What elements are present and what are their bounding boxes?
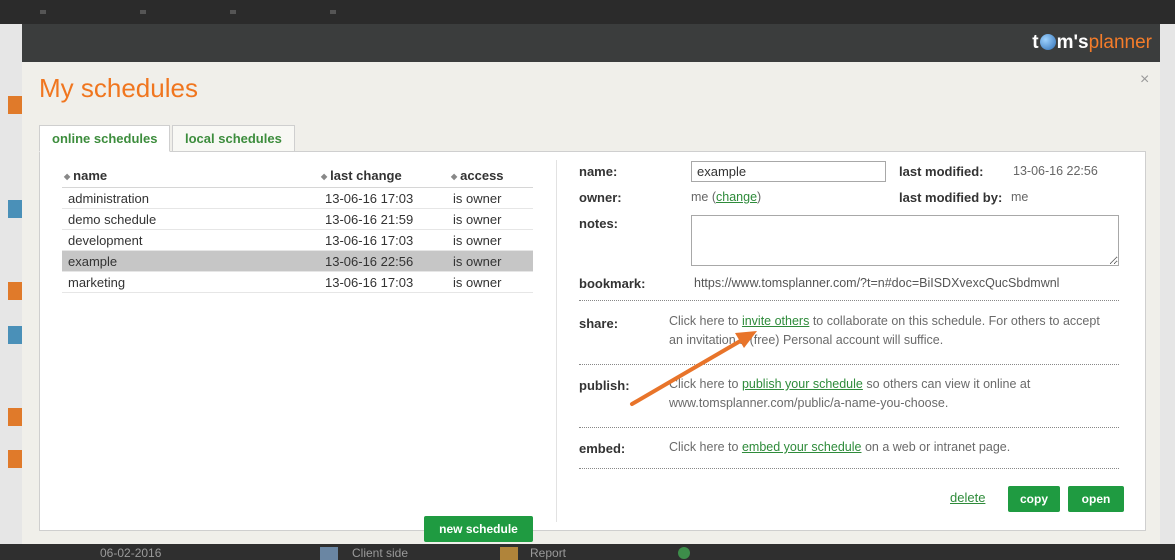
section-divider: [579, 468, 1119, 469]
logo-text-ms: m's: [1056, 32, 1089, 53]
schedule-access: is owner: [453, 191, 502, 206]
gutter-orange-mark: [8, 408, 22, 426]
publish-text-pre: Click here to: [669, 377, 742, 391]
logo-text-planner: planner: [1088, 32, 1152, 53]
embed-text-post: on a web or intranet page.: [861, 440, 1011, 454]
embed-label: embed:: [579, 441, 626, 456]
app-toolbar-background: [0, 0, 1175, 24]
schedule-access: is owner: [453, 275, 502, 290]
tab-online-schedules[interactable]: online schedules: [39, 125, 171, 152]
app-left-gutter: [0, 24, 22, 544]
column-header-name-label: name: [73, 168, 108, 183]
last-modified-label: last modified:: [899, 164, 984, 179]
schedule-last-change: 13-06-16 17:03: [325, 233, 414, 248]
schedule-last-change: 13-06-16 21:59: [325, 212, 414, 227]
owner-value: me (change): [691, 190, 762, 204]
schedule-row[interactable]: marketing 13-06-16 17:03 is owner: [62, 272, 533, 293]
status-dot-icon: [678, 547, 690, 559]
report-icon: [500, 547, 518, 560]
sort-icon: ◆: [64, 172, 71, 181]
last-modified-value: 13-06-16 22:56: [1013, 164, 1098, 178]
publish-schedule-link[interactable]: publish your schedule: [742, 377, 863, 391]
owner-label: owner:: [579, 190, 622, 205]
schedule-name: example: [68, 254, 118, 269]
embed-text-pre: Click here to: [669, 440, 742, 454]
open-button[interactable]: open: [1068, 486, 1124, 512]
bottom-date: 06-02-2016: [100, 546, 162, 560]
toolbar-mark: [140, 10, 146, 14]
sort-icon: ◆: [451, 172, 458, 181]
sort-icon: ◆: [321, 172, 328, 181]
schedule-name: marketing: [68, 275, 126, 290]
gutter-blue-mark: [8, 200, 22, 218]
last-modified-by-label: last modified by:: [899, 190, 1003, 205]
section-divider: [579, 300, 1119, 301]
schedule-last-change: 13-06-16 22:56: [325, 254, 414, 269]
publish-label: publish:: [579, 378, 630, 393]
column-header-last-change[interactable]: ◆ last change: [321, 168, 402, 183]
publish-description: Click here to publish your schedule so o…: [669, 375, 1114, 413]
owner-name: me: [691, 190, 709, 204]
schedule-name: administration: [68, 191, 149, 206]
bookmark-url[interactable]: https://www.tomsplanner.com/?t=n#doc=BiI…: [694, 276, 1059, 290]
schedule-name: demo schedule: [68, 212, 157, 227]
schedule-last-change: 13-06-16 17:03: [325, 275, 414, 290]
schedule-row-selected[interactable]: example 13-06-16 22:56 is owner: [62, 251, 533, 272]
dialog-title: My schedules: [39, 73, 198, 103]
name-label: name:: [579, 164, 618, 179]
delete-link[interactable]: delete: [950, 490, 985, 505]
bottom-item-report: Report: [530, 546, 567, 560]
section-divider: [579, 364, 1119, 365]
schedule-row[interactable]: demo schedule 13-06-16 21:59 is owner: [62, 209, 533, 230]
app-right-gutter: [1160, 24, 1175, 544]
copy-button[interactable]: copy: [1008, 486, 1060, 512]
gutter-orange-mark: [8, 96, 22, 114]
column-header-access[interactable]: ◆ access: [451, 168, 504, 183]
schedule-name-input[interactable]: [691, 161, 886, 182]
notes-textarea[interactable]: [691, 215, 1119, 266]
column-header-name[interactable]: ◆ name: [64, 168, 107, 183]
last-modified-by-value: me: [1011, 190, 1029, 204]
bookmark-label: bookmark:: [579, 276, 646, 291]
toolbar-mark: [330, 10, 336, 14]
schedule-row[interactable]: development 13-06-16 17:03 is owner: [62, 230, 533, 251]
gutter-orange-mark: [8, 282, 22, 300]
gutter-orange-mark: [8, 450, 22, 468]
bottom-item-client-side: Client side: [352, 546, 409, 560]
logo-text-t: t: [1032, 32, 1039, 53]
tomsplanner-logo: t m'splanner: [1032, 32, 1152, 54]
app-bottom-bar: 06-02-2016 Client side Report: [0, 544, 1175, 560]
close-icon[interactable]: ×: [1140, 71, 1149, 89]
schedule-access: is owner: [453, 254, 502, 269]
share-description: Click here to invite others to collabora…: [669, 312, 1114, 350]
panel-divider: [556, 160, 557, 522]
schedule-access: is owner: [453, 212, 502, 227]
toolbar-mark: [40, 10, 46, 14]
tab-local-schedules[interactable]: local schedules: [172, 125, 295, 152]
notes-label: notes:: [579, 216, 618, 231]
schedule-last-change: 13-06-16 17:03: [325, 191, 414, 206]
my-schedules-dialog: t m'splanner My schedules × online schedu…: [22, 24, 1160, 544]
invite-others-link[interactable]: invite others: [742, 314, 809, 328]
share-text-pre: Click here to: [669, 314, 742, 328]
column-header-last-change-label: last change: [330, 168, 402, 183]
change-owner-link[interactable]: change: [716, 190, 757, 204]
toolbar-mark: [230, 10, 236, 14]
dialog-header: t m'splanner: [22, 24, 1160, 62]
embed-schedule-link[interactable]: embed your schedule: [742, 440, 862, 454]
new-schedule-button[interactable]: new schedule: [424, 516, 533, 542]
globe-icon: [1039, 34, 1056, 50]
schedule-name: development: [68, 233, 143, 248]
column-header-access-label: access: [460, 168, 504, 183]
schedule-access: is owner: [453, 233, 502, 248]
schedule-row[interactable]: administration 13-06-16 17:03 is owner: [62, 188, 533, 209]
section-divider: [579, 427, 1119, 428]
share-label: share:: [579, 316, 619, 331]
gutter-blue-mark: [8, 326, 22, 344]
client-side-icon: [320, 547, 338, 560]
embed-description: Click here to embed your schedule on a w…: [669, 438, 1114, 457]
